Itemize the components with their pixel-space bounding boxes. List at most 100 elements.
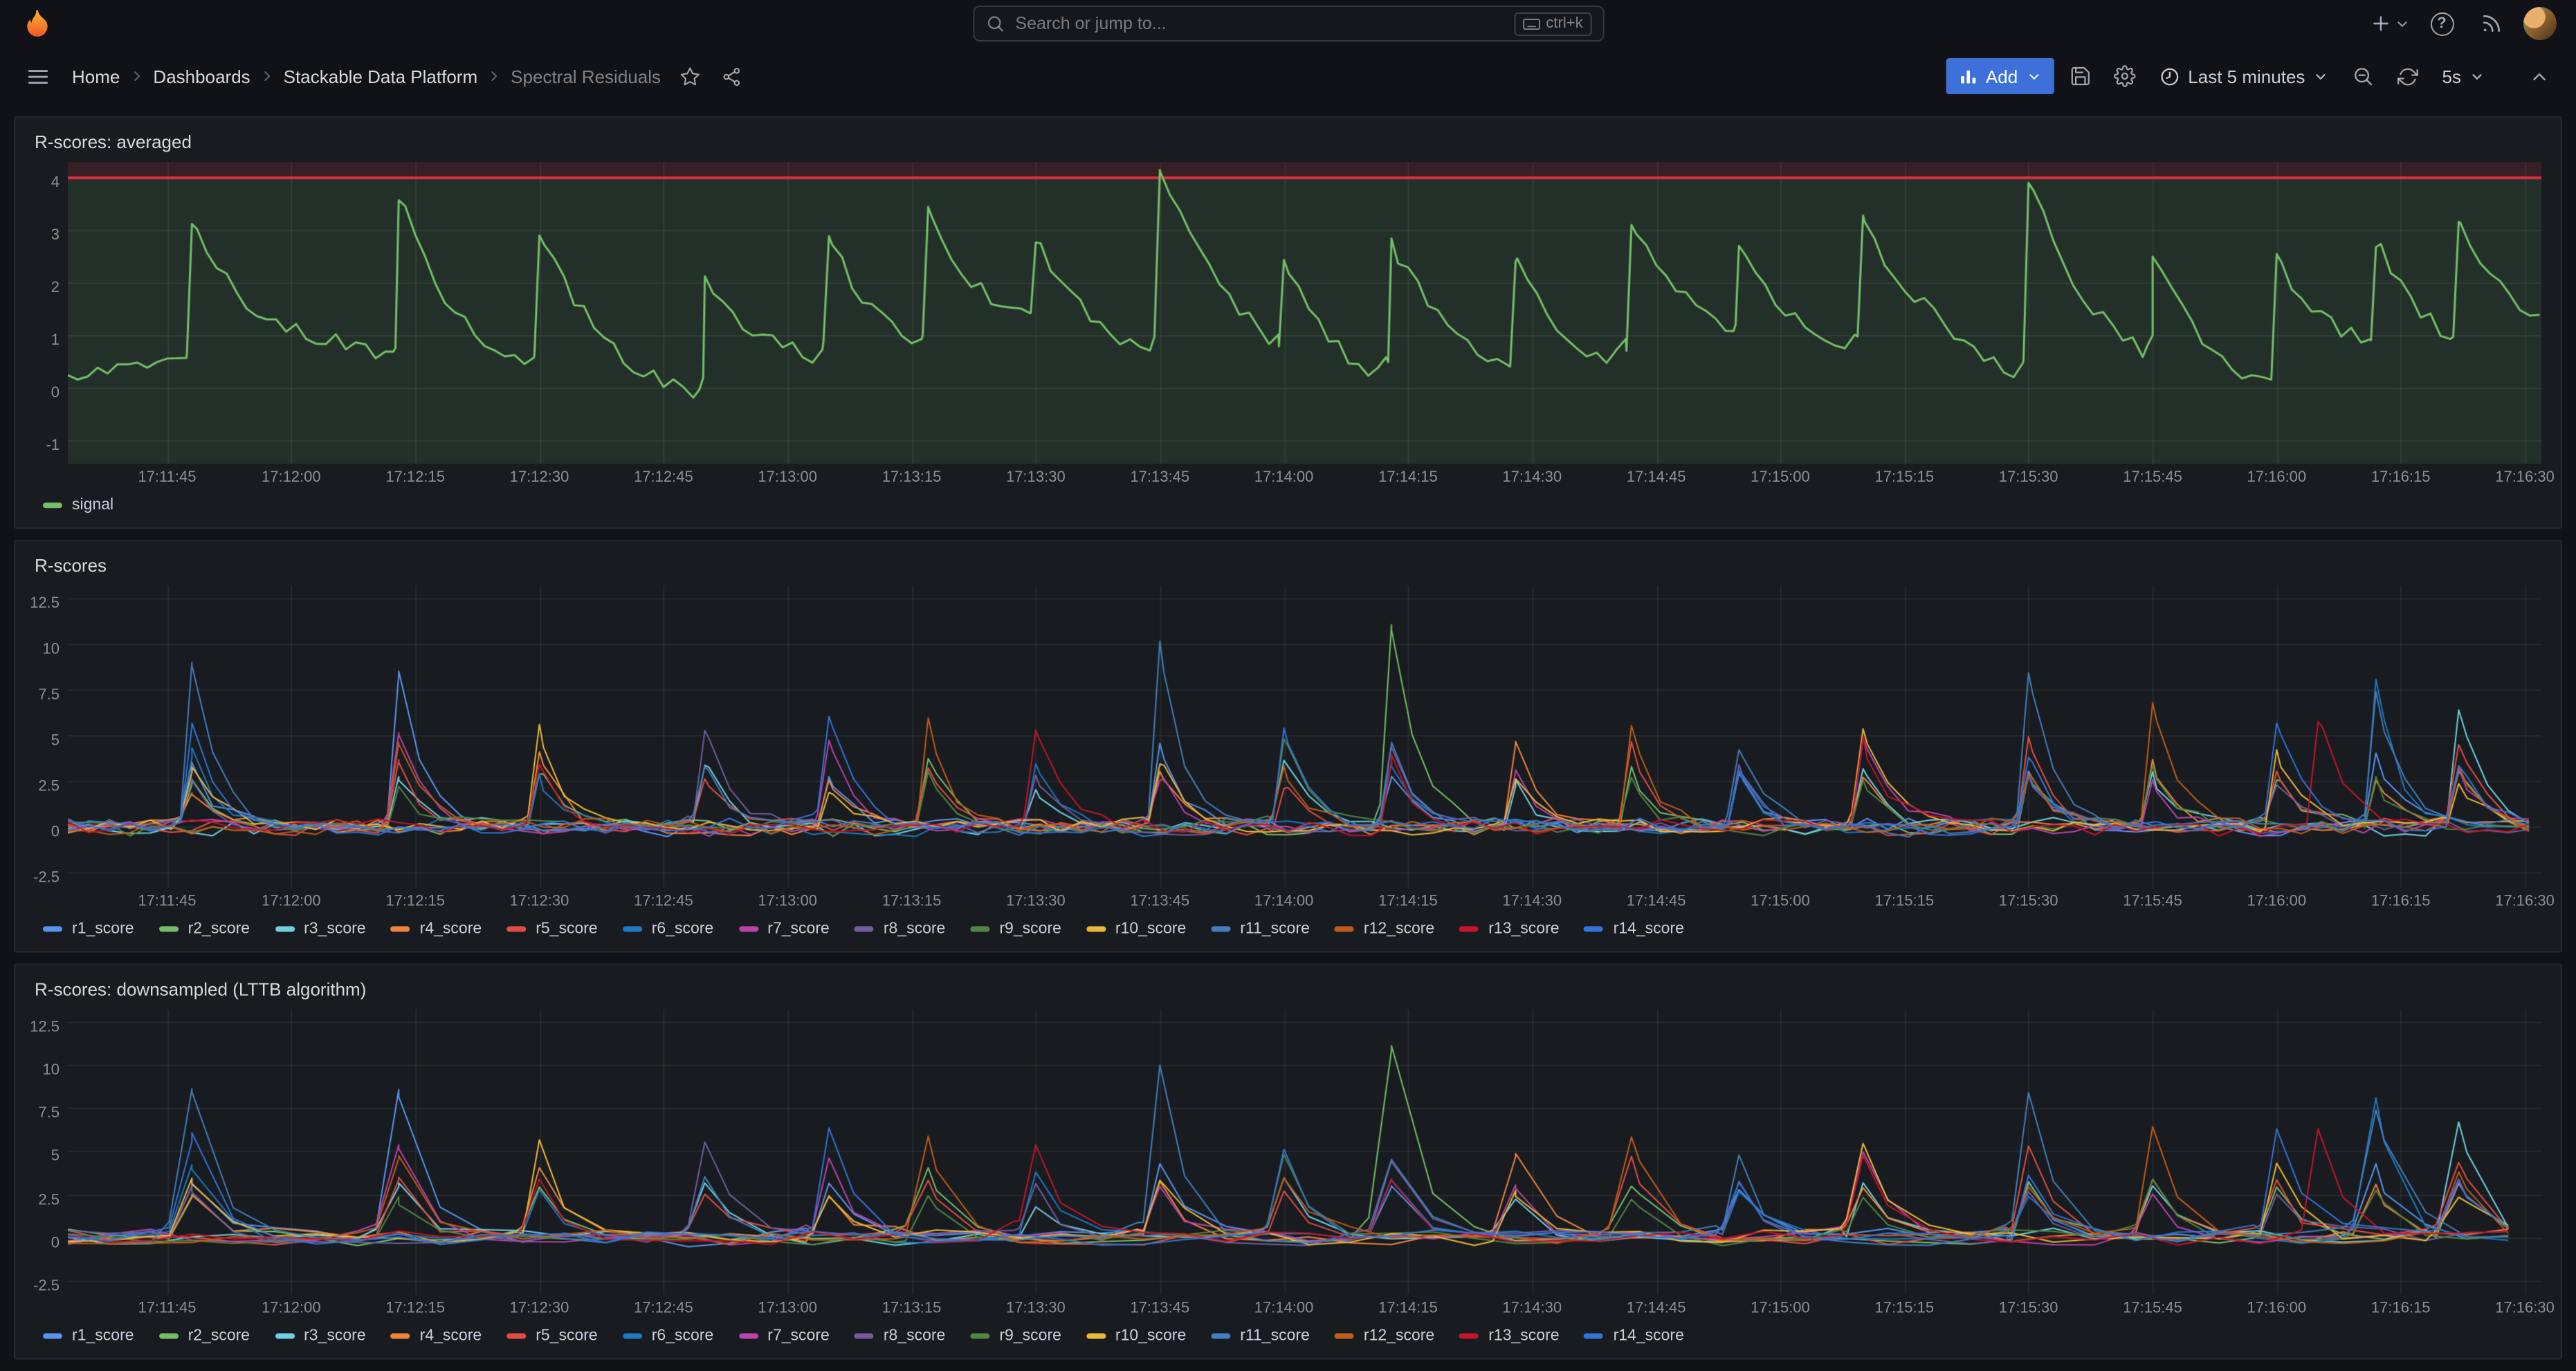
chart-canvas[interactable] — [68, 1009, 2541, 1294]
x-tick-label: 17:16:00 — [2229, 1300, 2323, 1317]
legend-series-label: signal — [72, 497, 113, 514]
legend-item-r3_score[interactable]: r3_score — [275, 1328, 366, 1345]
menu-toggle-button[interactable] — [19, 58, 55, 94]
panel-header[interactable]: R-scores: averaged — [15, 118, 2561, 156]
legend-item-r1_score[interactable]: r1_score — [43, 1328, 134, 1345]
chart-plot[interactable] — [68, 1009, 2541, 1294]
legend-series-marker — [43, 926, 62, 932]
chart-canvas[interactable] — [68, 162, 2541, 464]
y-tick-label: 2.5 — [38, 779, 60, 795]
legend-series-label: r5_score — [536, 1328, 598, 1345]
collapse-controls-button[interactable] — [2521, 58, 2557, 94]
clock-icon — [2159, 66, 2180, 87]
chart-plot[interactable] — [68, 162, 2541, 464]
chevron-right-icon — [259, 68, 275, 84]
x-tick-label: 17:14:45 — [1609, 1300, 1703, 1317]
breadcrumb-current: Spectral Residuals — [505, 63, 666, 89]
chart-canvas[interactable] — [68, 585, 2541, 887]
panel-header[interactable]: R-scores — [15, 541, 2561, 580]
x-tick-label: 17:13:00 — [740, 1300, 834, 1317]
panel-r-scores-downsampled: R-scores: downsampled (LTTB algorithm) 1… — [14, 963, 2562, 1359]
panel-title: R-scores: averaged — [35, 131, 192, 152]
legend-item-r6_score[interactable]: r6_score — [623, 1328, 714, 1345]
x-tick-label: 17:12:00 — [244, 469, 338, 486]
time-range-picker[interactable]: Last 5 minutes — [2150, 57, 2337, 96]
y-tick-label: -2.5 — [33, 1278, 60, 1294]
legend-item-r10_score[interactable]: r10_score — [1086, 1328, 1186, 1345]
breadcrumb-folder[interactable]: Stackable Data Platform — [278, 63, 483, 89]
x-tick-label: 17:13:15 — [865, 893, 959, 909]
legend-item-r11_score[interactable]: r11_score — [1211, 920, 1310, 937]
save-icon — [2069, 65, 2091, 87]
legend-series-label: r1_score — [72, 920, 134, 937]
caret-down-icon — [2469, 69, 2485, 84]
search-input[interactable]: Search or jump to... ctrl+k — [972, 6, 1603, 42]
legend-item-r9_score[interactable]: r9_score — [970, 1328, 1061, 1345]
x-tick-label: 17:12:45 — [616, 1300, 711, 1317]
breadcrumb-home[interactable]: Home — [66, 63, 125, 89]
legend-series-label: r4_score — [420, 1328, 482, 1345]
refresh-interval-picker[interactable]: 5s — [2433, 57, 2492, 96]
x-tick-label: 17:15:30 — [1982, 1300, 2076, 1317]
y-tick-label: 2 — [51, 280, 60, 296]
share-button[interactable] — [713, 58, 749, 94]
add-button[interactable]: Add — [1946, 58, 2054, 94]
legend-item-r12_score[interactable]: r12_score — [1335, 1328, 1434, 1345]
panel-r-scores-averaged: R-scores: averaged 43210-1 17:11:4517:12… — [14, 116, 2562, 529]
legend-item-r3_score[interactable]: r3_score — [275, 920, 366, 937]
legend-item-r2_score[interactable]: r2_score — [159, 1328, 250, 1345]
help-button[interactable]: ? — [2424, 6, 2460, 42]
legend-item-r14_score[interactable]: r14_score — [1584, 920, 1684, 937]
panel-title: R-scores: downsampled (LTTB algorithm) — [35, 978, 366, 999]
legend-item-r7_score[interactable]: r7_score — [738, 1328, 830, 1345]
legend-series-marker — [1086, 926, 1106, 932]
legend-item-r8_score[interactable]: r8_score — [855, 920, 946, 937]
dashboard-settings-button[interactable] — [2106, 58, 2142, 94]
legend-series-marker — [43, 1334, 62, 1339]
legend-item-r6_score[interactable]: r6_score — [623, 920, 714, 937]
chart-plot[interactable] — [68, 585, 2541, 887]
legend-item-r11_score[interactable]: r11_score — [1211, 1328, 1310, 1345]
legend-series-marker — [1459, 1334, 1479, 1339]
legend-series-marker — [1459, 926, 1479, 932]
legend-item-r4_score[interactable]: r4_score — [391, 920, 482, 937]
favorite-button[interactable] — [672, 58, 708, 94]
legend-item-r13_score[interactable]: r13_score — [1459, 920, 1559, 937]
breadcrumb-dashboards[interactable]: Dashboards — [147, 63, 255, 89]
legend-item-r2_score[interactable]: r2_score — [159, 920, 250, 937]
new-dropdown-button[interactable] — [2370, 6, 2410, 42]
legend-series-marker — [159, 926, 179, 932]
x-tick-label: 17:13:00 — [740, 469, 834, 486]
legend-item-r12_score[interactable]: r12_score — [1335, 920, 1434, 937]
user-avatar[interactable] — [2523, 7, 2557, 40]
legend-series-marker — [1086, 1334, 1106, 1339]
save-dashboard-button[interactable] — [2062, 58, 2098, 94]
legend-item-r8_score[interactable]: r8_score — [855, 1328, 946, 1345]
grafana-logo[interactable] — [19, 6, 55, 42]
refresh-button[interactable] — [2389, 58, 2425, 94]
legend-item-r7_score[interactable]: r7_score — [738, 920, 830, 937]
legend-series-marker — [1584, 926, 1604, 932]
legend: signal — [15, 491, 2561, 527]
legend-item-r13_score[interactable]: r13_score — [1459, 1328, 1559, 1345]
x-axis: 17:11:4517:12:0017:12:1517:12:3017:12:45… — [68, 1295, 2541, 1323]
legend-item-r14_score[interactable]: r14_score — [1584, 1328, 1684, 1345]
x-tick-label: 17:12:15 — [368, 469, 462, 486]
legend-item-r4_score[interactable]: r4_score — [391, 1328, 482, 1345]
legend-series-marker — [970, 926, 989, 932]
x-tick-label: 17:12:30 — [493, 1300, 587, 1317]
legend-item-r5_score[interactable]: r5_score — [506, 920, 598, 937]
legend-item-r10_score[interactable]: r10_score — [1086, 920, 1186, 937]
legend-item-r5_score[interactable]: r5_score — [506, 1328, 598, 1345]
x-tick-label: 17:13:45 — [1113, 1300, 1207, 1317]
legend-series-label: r12_score — [1364, 920, 1434, 937]
legend-item-r9_score[interactable]: r9_score — [970, 920, 1061, 937]
panel-header[interactable]: R-scores: downsampled (LTTB algorithm) — [15, 965, 2561, 1004]
refresh-icon — [2397, 66, 2418, 87]
news-button[interactable] — [2474, 6, 2510, 42]
zoom-out-button[interactable] — [2345, 58, 2381, 94]
legend-item-r1_score[interactable]: r1_score — [43, 920, 134, 937]
x-tick-label: 17:15:15 — [1857, 1300, 1951, 1317]
y-tick-label: 0 — [51, 1235, 60, 1251]
legend-item-signal[interactable]: signal — [43, 497, 113, 514]
